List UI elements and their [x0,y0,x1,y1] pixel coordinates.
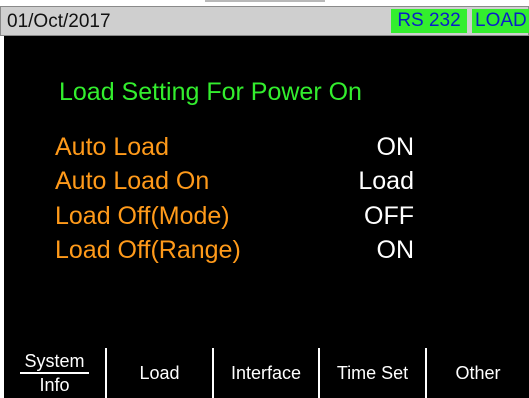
softkey-label: Load [139,362,180,383]
softkey-label-line2: Info [39,375,70,395]
softkey-label: Interface [230,362,302,383]
setting-row-auto-load[interactable]: Auto Load ON [4,133,529,163]
softkey-interface[interactable]: Interface [214,348,320,398]
setting-label: Auto Load [55,133,169,161]
setting-row-load-off-range[interactable]: Load Off(Range) ON [4,236,529,266]
setting-value[interactable]: Load [254,167,414,196]
softkey-label: Other [455,362,501,383]
setting-value[interactable]: OFF [254,202,414,231]
softkey-time-set[interactable]: Time Set [320,348,427,398]
setting-label: Load Off(Range) [55,236,241,264]
top-edge-mark [205,0,325,2]
status-bar: 01/Oct/2017 RS 232 LOAD [0,6,529,36]
main-screen: Load Setting For Power On Auto Load ON A… [4,36,529,348]
setting-label: Auto Load On [55,167,210,195]
softkey-bar: System Info Load Interface Time Set Othe… [0,348,529,398]
setting-value[interactable]: ON [254,133,415,162]
softkey-other[interactable]: Other [427,348,529,398]
softkey-system-info[interactable]: System Info [4,348,107,398]
setting-label: Load Off(Mode) [55,202,230,230]
softkey-load[interactable]: Load [107,348,214,398]
setting-value[interactable]: ON [254,236,415,265]
load-badge: LOAD [472,9,529,33]
setting-row-auto-load-on[interactable]: Auto Load On Load [4,167,529,197]
page-title: Load Setting For Power On [59,78,362,106]
setting-row-load-off-mode[interactable]: Load Off(Mode) OFF [4,202,529,232]
softkey-label-line1: System [20,350,89,374]
status-date: 01/Oct/2017 [7,11,111,32]
rs232-badge: RS 232 [391,9,467,33]
softkey-label: Time Set [336,362,409,383]
